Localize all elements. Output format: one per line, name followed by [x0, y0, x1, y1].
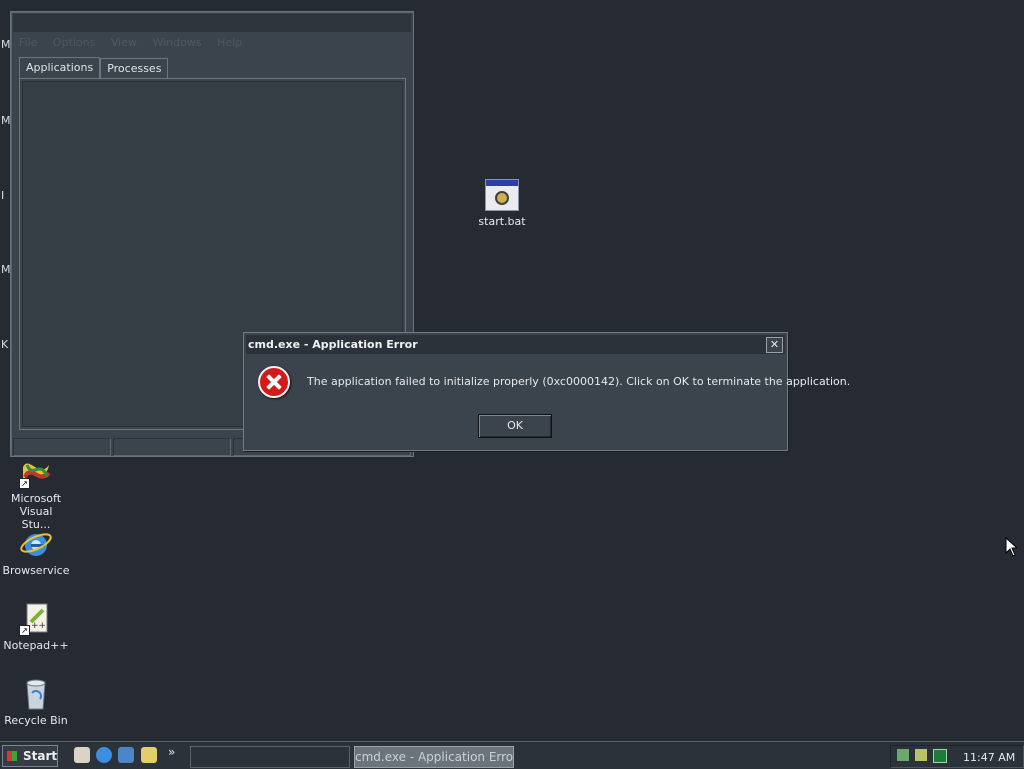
start-label: Start [23, 749, 58, 763]
visual-studio-icon: ↗ [19, 455, 53, 489]
quick-launch-more-chevron-icon[interactable]: » [168, 745, 175, 759]
show-desktop-icon[interactable] [74, 747, 90, 763]
tab-processes[interactable]: Processes [100, 58, 169, 78]
tab-applications[interactable]: Applications [19, 57, 101, 79]
desktop-icon-label: Notepad++ [3, 639, 69, 652]
dialog-message: The application failed to initialize pro… [307, 375, 851, 388]
recycle-bin-icon [19, 677, 53, 711]
mouse-cursor-icon [1005, 537, 1017, 557]
application-error-dialog[interactable]: cmd.exe - Application Error ✕ The applic… [243, 332, 850, 451]
desktop-icon-browservice[interactable]: Browservice [0, 527, 74, 577]
windows-logo-icon [7, 751, 17, 761]
taskbar-button-task-manager[interactable] [190, 746, 350, 768]
desktop-icon-label: Browservice [2, 564, 70, 577]
notepad-plus-plus-icon: ++ ↗ [19, 602, 53, 636]
desktop-icon-visual-studio[interactable]: ↗ Microsoft Visual Stu... [0, 455, 74, 531]
menu-file[interactable]: File [19, 36, 37, 49]
desktop-icon-notepad-plus-plus[interactable]: ++ ↗ Notepad++ [0, 602, 74, 652]
tray-app-icon[interactable] [915, 749, 927, 761]
outlook-express-icon[interactable] [118, 747, 134, 763]
dialog-title: cmd.exe - Application Error [248, 338, 418, 351]
window-titlebar[interactable] [13, 14, 411, 32]
internet-explorer-icon [19, 527, 53, 561]
menu-windows[interactable]: Windows [152, 36, 201, 49]
shortcut-arrow-icon: ↗ [19, 478, 30, 489]
desktop-icon-recycle-bin[interactable]: Recycle Bin [0, 677, 74, 727]
svg-text:++: ++ [31, 621, 46, 631]
tab-strip: Applications Processes [19, 56, 169, 79]
system-tray: 11:47 AM [890, 745, 1024, 768]
batch-file-icon [485, 179, 519, 211]
dialog-titlebar[interactable]: cmd.exe - Application Error ✕ [246, 335, 785, 354]
menu-options[interactable]: Options [53, 36, 95, 49]
desktop-icon-label: Microsoft Visual Stu... [10, 492, 62, 531]
desktop-icon-start-bat[interactable]: start.bat [464, 179, 540, 228]
menu-help[interactable]: Help [217, 36, 242, 49]
menu-bar: File Options View Windows Help [19, 36, 254, 49]
desktop-icon-label: Recycle Bin [4, 714, 68, 727]
windows-explorer-icon[interactable] [141, 747, 157, 763]
close-button[interactable]: ✕ [766, 337, 783, 353]
clock[interactable]: 11:47 AM [963, 751, 1015, 764]
status-cell [13, 438, 111, 456]
shortcut-arrow-icon: ↗ [19, 625, 30, 636]
network-icon[interactable] [897, 749, 909, 761]
status-cell [113, 438, 231, 456]
taskbar: Start » cmd.exe - Application Error 11:4… [0, 741, 1024, 769]
desktop-icon-label: start.bat [478, 215, 526, 228]
desktop-icon-label-clipped: I [1, 189, 5, 202]
error-icon [258, 366, 290, 398]
menu-view[interactable]: View [111, 36, 137, 49]
ok-button[interactable]: OK [478, 414, 552, 438]
internet-explorer-icon[interactable] [96, 747, 112, 763]
start-button[interactable]: Start [2, 745, 58, 767]
taskbar-button-active[interactable]: cmd.exe - Application Error [354, 746, 514, 768]
tray-monitor-icon[interactable] [933, 749, 947, 763]
desktop-icon-label-clipped: K [1, 338, 9, 351]
